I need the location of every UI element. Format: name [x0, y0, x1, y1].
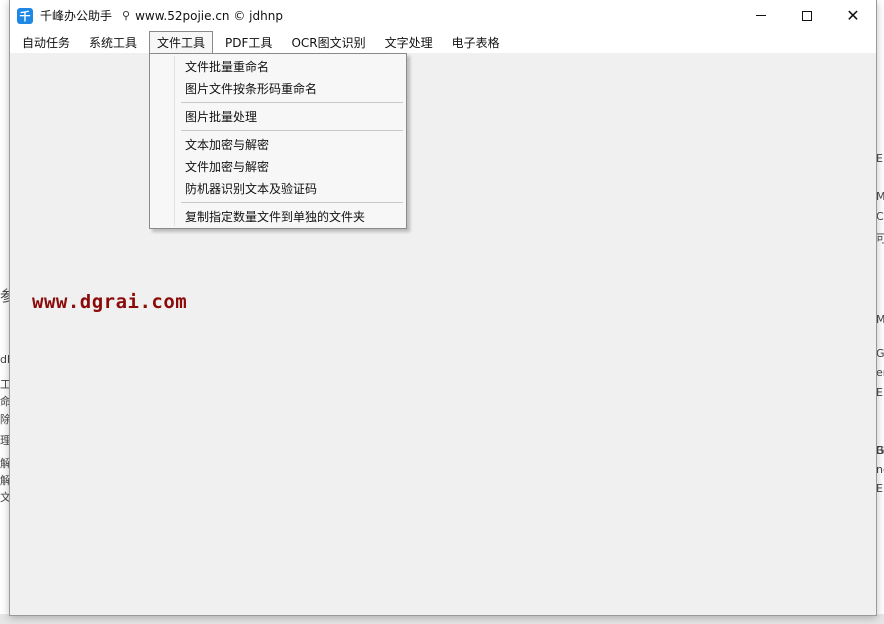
bg-fragment: en — [876, 366, 884, 379]
file-tools-dropdown: 文件批量重命名 图片文件按条形码重命名 图片批量处理 文本加密与解密 文件加密与… — [149, 53, 407, 229]
window-controls: ✕ — [738, 0, 876, 31]
window-subtitle-text: www.52pojie.cn © jdhnp — [135, 8, 283, 23]
menu-separator — [181, 130, 403, 131]
menu-item-text-encrypt[interactable]: 文本加密与解密 — [150, 133, 406, 155]
bg-fragment: 可 — [876, 232, 884, 245]
bg-fragment: E — [876, 386, 883, 399]
bg-fragment: E — [876, 482, 883, 495]
menu-item-barcode-rename[interactable]: 图片文件按条形码重命名 — [150, 77, 406, 99]
bg-fragment: E — [876, 152, 883, 165]
menu-spreadsheet[interactable]: 电子表格 — [445, 31, 507, 53]
menu-file-tools[interactable]: 文件工具 — [149, 31, 214, 53]
menu-auto-tasks[interactable]: 自动任务 — [15, 31, 77, 53]
menu-item-anti-bot-text[interactable]: 防机器识别文本及验证码 — [150, 177, 406, 199]
title-bar[interactable]: 千 千峰办公助手 ⚲ www.52pojie.cn © jdhnp ✕ — [10, 0, 876, 31]
app-logo-icon: 千 — [17, 7, 33, 24]
client-area: www.dgrai.com — [10, 53, 876, 615]
menu-text-processing[interactable]: 文字处理 — [378, 31, 440, 53]
menu-separator — [181, 102, 403, 103]
bg-fragment: C — [876, 210, 884, 223]
minimize-button[interactable] — [738, 0, 784, 31]
menu-item-image-batch[interactable]: 图片批量处理 — [150, 105, 406, 127]
menu-ocr[interactable]: OCR图文识别 — [284, 31, 372, 53]
close-icon: ✕ — [846, 6, 860, 25]
menu-item-copy-files-to-folder[interactable]: 复制指定数量文件到单独的文件夹 — [150, 205, 406, 227]
bg-fragment: G — [876, 347, 884, 360]
window-subtitle: ⚲ www.52pojie.cn © jdhnp — [122, 9, 283, 23]
bg-fragment: ng — [876, 463, 884, 476]
maximize-button[interactable] — [784, 0, 830, 31]
window-title: 千峰办公助手 — [40, 9, 113, 23]
app-window: 千 千峰办公助手 ⚲ www.52pojie.cn © jdhnp ✕ 自动任务… — [9, 0, 877, 616]
bg-fragment: B — [876, 444, 884, 457]
menu-item-file-encrypt[interactable]: 文件加密与解密 — [150, 155, 406, 177]
minimize-icon — [756, 15, 766, 16]
menu-separator — [181, 202, 403, 203]
close-button[interactable]: ✕ — [830, 0, 876, 31]
bg-fragment: M — [876, 190, 884, 203]
maximize-icon — [802, 10, 812, 21]
menu-bar: 自动任务 系统工具 文件工具 PDF工具 OCR图文识别 文字处理 电子表格 — [10, 31, 876, 53]
watermark-text: www.dgrai.com — [32, 291, 188, 313]
menu-system-tools[interactable]: 系统工具 — [82, 31, 144, 53]
menu-item-batch-rename[interactable]: 文件批量重命名 — [150, 55, 406, 77]
menu-pdf-tools[interactable]: PDF工具 — [218, 31, 279, 53]
antenna-icon: ⚲ — [122, 9, 131, 22]
bg-fragment: M — [876, 313, 884, 326]
